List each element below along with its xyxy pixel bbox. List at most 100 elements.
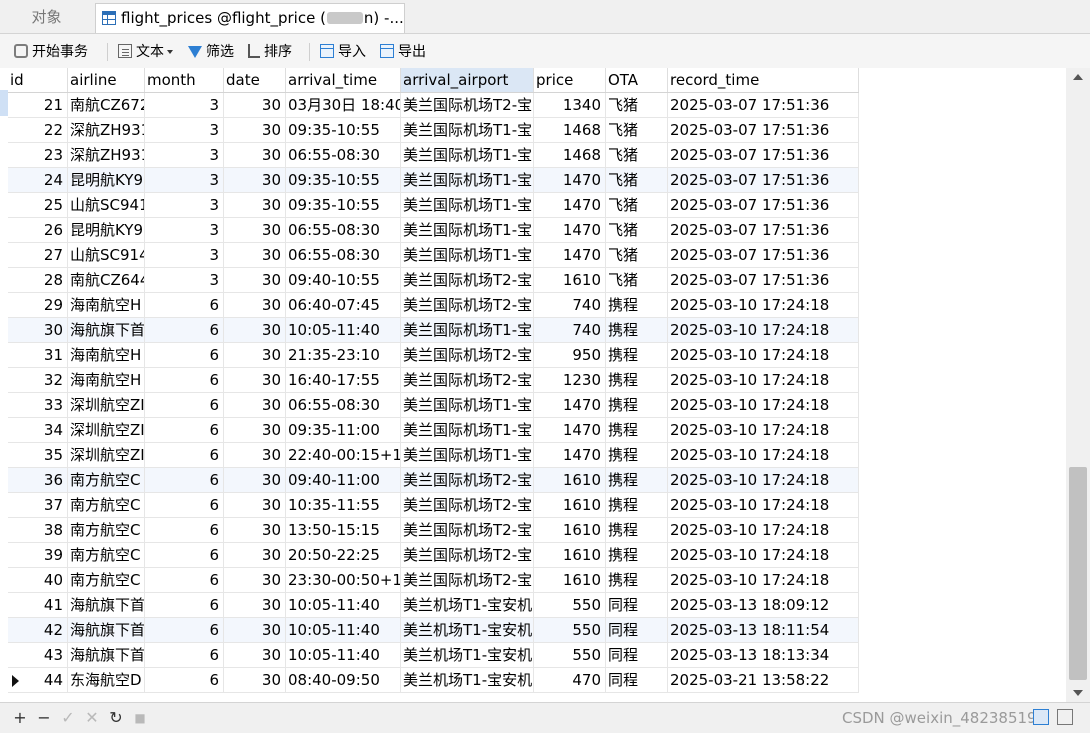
cell-arrival-time[interactable]: 09:35-10:55	[286, 168, 401, 193]
table-row[interactable]: 43 海航旗下首 6 30 10:05-11:40 美兰机场T1-宝安机 550 同程 2025…	[0, 643, 860, 668]
cell-price[interactable]: 1230	[534, 368, 606, 393]
vertical-scrollbar[interactable]	[1066, 68, 1090, 702]
grid-view-icon[interactable]	[1033, 709, 1049, 725]
cell-ota[interactable]: 携程	[606, 443, 668, 468]
cell-ota[interactable]: 携程	[606, 393, 668, 418]
cell-month[interactable]: 3	[145, 193, 224, 218]
sort-button[interactable]: 排序	[248, 42, 292, 62]
cell-ota[interactable]: 携程	[606, 293, 668, 318]
tab-objects[interactable]: 对象	[0, 3, 93, 33]
cell-arrival-time[interactable]: 10:05-11:40	[286, 643, 401, 668]
cell-airline[interactable]: 海航旗下首	[68, 618, 145, 643]
cell-arrival-airport[interactable]: 美兰国际机场T1-宝	[401, 393, 534, 418]
cell-price[interactable]: 1470	[534, 168, 606, 193]
cell-airline[interactable]: 昆明航KY9	[68, 218, 145, 243]
cell-month[interactable]: 3	[145, 268, 224, 293]
cell-price[interactable]: 550	[534, 643, 606, 668]
text-button[interactable]: 文本	[118, 42, 173, 62]
cell-record-time[interactable]: 2025-03-21 13:58:22	[668, 668, 859, 693]
cell-airline[interactable]: 山航SC941	[68, 193, 145, 218]
cell-month[interactable]: 6	[145, 668, 224, 693]
cell-month[interactable]: 6	[145, 568, 224, 593]
cell-price[interactable]: 1468	[534, 143, 606, 168]
table-row[interactable]: 33 深圳航空ZI 6 30 06:55-08:30 美兰国际机场T1-宝 1470 携程 20…	[0, 393, 860, 418]
cell-date[interactable]: 30	[224, 218, 286, 243]
cell-airline[interactable]: 海航旗下首	[68, 643, 145, 668]
cell-ota[interactable]: 携程	[606, 418, 668, 443]
cell-airline[interactable]: 海南航空H	[68, 368, 145, 393]
cell-month[interactable]: 6	[145, 343, 224, 368]
cell-id[interactable]: 43	[8, 643, 68, 668]
cell-record-time[interactable]: 2025-03-13 18:13:34	[668, 643, 859, 668]
cell-date[interactable]: 30	[224, 468, 286, 493]
cell-airline[interactable]: 山航SC914	[68, 243, 145, 268]
cell-id[interactable]: 24	[8, 168, 68, 193]
table-row[interactable]: 23 深航ZH931 3 30 06:55-08:30 美兰国际机场T1-宝 1468 飞猪 2…	[0, 143, 860, 168]
cell-arrival-airport[interactable]: 美兰国际机场T1-宝	[401, 243, 534, 268]
cell-arrival-time[interactable]: 06:55-08:30	[286, 393, 401, 418]
cell-month[interactable]: 3	[145, 143, 224, 168]
cell-arrival-airport[interactable]: 美兰机场T1-宝安机	[401, 643, 534, 668]
cell-month[interactable]: 6	[145, 518, 224, 543]
cell-arrival-airport[interactable]: 美兰国际机场T1-宝	[401, 193, 534, 218]
cell-id[interactable]: 25	[8, 193, 68, 218]
cell-arrival-time[interactable]: 09:35-10:55	[286, 118, 401, 143]
scroll-down-icon[interactable]	[1073, 690, 1083, 696]
cell-arrival-airport[interactable]: 美兰国际机场T2-宝	[401, 493, 534, 518]
cell-id[interactable]: 33	[8, 393, 68, 418]
cell-airline[interactable]: 南方航空C	[68, 493, 145, 518]
cell-arrival-time[interactable]: 03月30日 18:40	[286, 93, 401, 118]
cell-id[interactable]: 31	[8, 343, 68, 368]
cell-date[interactable]: 30	[224, 318, 286, 343]
begin-transaction-button[interactable]: 开始事务	[14, 42, 88, 62]
cell-arrival-time[interactable]: 13:50-15:15	[286, 518, 401, 543]
cell-airline[interactable]: 深航ZH931	[68, 118, 145, 143]
cell-airline[interactable]: 东海航空D	[68, 668, 145, 693]
cell-id[interactable]: 34	[8, 418, 68, 443]
cell-date[interactable]: 30	[224, 543, 286, 568]
cell-price[interactable]: 1610	[534, 543, 606, 568]
table-row[interactable]: 32 海南航空H 6 30 16:40-17:55 美兰国际机场T2-宝 1230 携程 202…	[0, 368, 860, 393]
cell-id[interactable]: 35	[8, 443, 68, 468]
cell-arrival-airport[interactable]: 美兰国际机场T2-宝	[401, 293, 534, 318]
cell-id[interactable]: 37	[8, 493, 68, 518]
cell-date[interactable]: 30	[224, 443, 286, 468]
cell-id[interactable]: 26	[8, 218, 68, 243]
cell-airline[interactable]: 南方航空C	[68, 518, 145, 543]
cell-month[interactable]: 6	[145, 593, 224, 618]
cell-arrival-airport[interactable]: 美兰国际机场T2-宝	[401, 368, 534, 393]
cell-record-time[interactable]: 2025-03-10 17:24:18	[668, 343, 859, 368]
cell-record-time[interactable]: 2025-03-10 17:24:18	[668, 293, 859, 318]
cell-id[interactable]: 38	[8, 518, 68, 543]
cell-record-time[interactable]: 2025-03-07 17:51:36	[668, 168, 859, 193]
cell-id[interactable]: 27	[8, 243, 68, 268]
cell-date[interactable]: 30	[224, 168, 286, 193]
cell-price[interactable]: 1470	[534, 443, 606, 468]
cell-id[interactable]: 22	[8, 118, 68, 143]
table-row[interactable]: 26 昆明航KY9 3 30 06:55-08:30 美兰国际机场T1-宝 1470 飞猪 20…	[0, 218, 860, 243]
cell-arrival-time[interactable]: 08:40-09:50	[286, 668, 401, 693]
cell-month[interactable]: 6	[145, 618, 224, 643]
cell-record-time[interactable]: 2025-03-10 17:24:18	[668, 418, 859, 443]
table-row[interactable]: 21 南航CZ672 3 30 03月30日 18:40 美兰国际机场T2-宝 1340 飞猪…	[0, 93, 860, 118]
cell-arrival-airport[interactable]: 美兰国际机场T2-宝	[401, 93, 534, 118]
cell-month[interactable]: 6	[145, 393, 224, 418]
cell-id[interactable]: 36	[8, 468, 68, 493]
cell-ota[interactable]: 飞猪	[606, 218, 668, 243]
cell-record-time[interactable]: 2025-03-10 17:24:18	[668, 393, 859, 418]
cell-arrival-airport[interactable]: 美兰国际机场T1-宝	[401, 218, 534, 243]
apply-changes-button[interactable]: ✓	[59, 709, 77, 727]
cell-id[interactable]: 39	[8, 543, 68, 568]
cell-record-time[interactable]: 2025-03-07 17:51:36	[668, 118, 859, 143]
table-row[interactable]: 41 海航旗下首 6 30 10:05-11:40 美兰机场T1-宝安机 550 同程 2025…	[0, 593, 860, 618]
cell-record-time[interactable]: 2025-03-10 17:24:18	[668, 368, 859, 393]
table-row[interactable]: 35深圳航空ZI63022:40-00:15+1天美兰国际机场T1-宝1470携…	[0, 443, 860, 468]
cell-price[interactable]: 1470	[534, 418, 606, 443]
cell-date[interactable]: 30	[224, 268, 286, 293]
cell-record-time[interactable]: 2025-03-10 17:24:18	[668, 543, 859, 568]
cell-arrival-time[interactable]: 20:50-22:25	[286, 543, 401, 568]
cell-ota[interactable]: 携程	[606, 368, 668, 393]
cell-price[interactable]: 1470	[534, 243, 606, 268]
table-row[interactable]: 38 南方航空C 6 30 13:50-15:15 美兰国际机场T2-宝 1610 携程 202…	[0, 518, 860, 543]
cell-record-time[interactable]: 2025-03-10 17:24:18	[668, 468, 859, 493]
